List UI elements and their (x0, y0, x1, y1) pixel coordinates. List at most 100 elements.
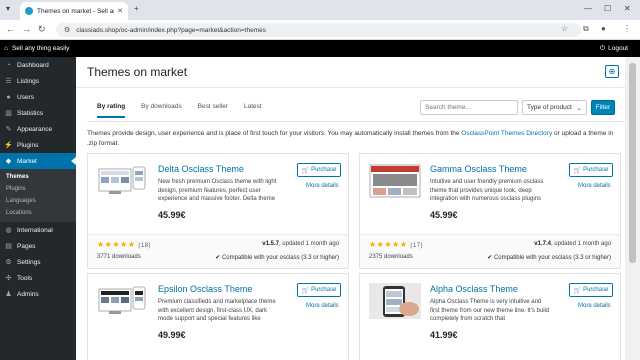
theme-title[interactable]: Epsilon Osclass Theme (158, 284, 252, 294)
url-text: classiads.shop/oc-admin/index.php?page=m… (76, 26, 266, 34)
more-details-link[interactable]: More details (306, 303, 339, 309)
theme-title[interactable]: Alpha Osclass Theme (430, 284, 518, 294)
sidebar-item-admins[interactable]: ♟ Admins (0, 286, 76, 302)
close-window-icon[interactable]: ✕ (624, 4, 631, 13)
version-number: v1.7.4 (534, 241, 551, 247)
submenu-item-plugins[interactable]: Plugins (0, 183, 76, 195)
theme-thumbnail (369, 283, 421, 319)
sidebar-item-label: Listings (17, 77, 40, 85)
sidebar-item-dashboard[interactable]: ◔ Dashboard (0, 57, 76, 73)
more-details-link[interactable]: More details (578, 303, 611, 309)
sidebar-item-international[interactable]: ◍ International (0, 222, 76, 238)
search-theme-input[interactable] (420, 100, 518, 115)
gear-icon: ⚙ (5, 259, 12, 266)
bookmark-star-icon[interactable]: ☆ (561, 24, 568, 33)
theme-price: 49.99€ (158, 330, 186, 340)
tab-by-rating[interactable]: By rating (97, 103, 126, 118)
sidebar-item-label: International (17, 226, 53, 234)
extensions-icon[interactable]: ⧉ (583, 24, 589, 34)
tab-by-downloads[interactable]: By downloads (141, 103, 181, 118)
forward-icon[interactable]: → (22, 24, 31, 34)
theme-price: 45.99€ (158, 210, 186, 220)
sidebar-item-pages[interactable]: ▤ Pages (0, 238, 76, 254)
browser-tab[interactable]: Themes on market - Sell any thing ✕ (20, 2, 128, 20)
purchase-label: Purchase (311, 287, 337, 293)
theme-description: Premium classifieds and marketplace them… (158, 299, 276, 322)
page-scrollbar[interactable] (625, 57, 640, 360)
person-icon: ♟ (5, 291, 12, 298)
sidebar-item-tools[interactable]: ✣ Tools (0, 270, 76, 286)
sidebar-item-settings[interactable]: ⚙ Settings (0, 254, 76, 270)
profile-icon[interactable]: ● (601, 24, 606, 33)
new-tab-icon[interactable]: + (134, 4, 139, 13)
logout-link[interactable]: ⏻ Logout (600, 45, 628, 53)
tab-list-icon[interactable]: ▾ (6, 4, 10, 13)
menu-icon[interactable]: ⋮ (623, 24, 631, 33)
chart-icon: ▥ (5, 110, 12, 117)
maximize-icon[interactable]: ☐ (604, 4, 611, 13)
rating-count: (17) (410, 243, 424, 249)
purchase-label: Purchase (583, 287, 609, 293)
minimize-icon[interactable]: — (584, 4, 592, 13)
more-details-link[interactable]: More details (306, 183, 339, 189)
logout-label: Logout (608, 44, 628, 52)
scrollbar-thumb[interactable] (629, 63, 636, 263)
select-value: Type of product (527, 104, 572, 111)
sidebar-item-statistics[interactable]: ▥ Statistics (0, 105, 76, 121)
sidebar-item-plugins[interactable]: ⚡ Plugins (0, 137, 76, 153)
sidebar-item-appearance[interactable]: ✎ Appearance (0, 121, 76, 137)
page-title: Themes on market (87, 65, 188, 79)
theme-thumbnail (98, 166, 146, 194)
sidebar-item-market[interactable]: ◆ Market (0, 153, 76, 169)
rating-stars: ★★★★★ (17) (369, 240, 424, 249)
sidebar-item-users[interactable]: ● Users (0, 89, 76, 105)
purchase-button[interactable]: 🛒 Purchase (569, 163, 613, 177)
theme-title[interactable]: Delta Osclass Theme (158, 164, 244, 174)
product-type-select[interactable]: Type of product ⌄ (522, 100, 587, 115)
list-icon: ☰ (5, 78, 12, 85)
reload-icon[interactable]: ↻ (38, 24, 46, 35)
purchase-button[interactable]: 🛒 Purchase (297, 163, 341, 177)
theme-price: 41.99€ (430, 330, 458, 340)
theme-price: 45.99€ (430, 210, 458, 220)
compatibility-text: Compatible with your osclass (3.3 or hig… (493, 255, 611, 261)
cart-icon: ◆ (5, 158, 12, 165)
logout-icon: ⏻ (599, 44, 606, 52)
purchase-label: Purchase (311, 167, 337, 173)
favicon-icon (25, 7, 33, 15)
themes-directory-link[interactable]: OsclassPoint Themes Directory (461, 130, 552, 137)
gauge-icon: ◔ (6, 61, 11, 69)
chevron-down-icon: ⌄ (576, 104, 582, 112)
site-link[interactable]: ⌂ Sell any thing easily (4, 45, 69, 52)
theme-description: Intuitive and user friendly premium oscl… (430, 179, 544, 202)
theme-thumbnail (98, 286, 146, 314)
compatibility-info: ✔ Compatible with your osclass (3.3 or h… (215, 254, 339, 261)
tab-best-seller[interactable]: Best seller (198, 103, 228, 118)
globe-icon: ◍ (5, 227, 12, 234)
back-icon[interactable]: ← (6, 24, 15, 34)
purchase-button[interactable]: 🛒 Purchase (297, 283, 341, 297)
tab-latest[interactable]: Latest (244, 103, 262, 118)
submenu-item-themes[interactable]: Themes (0, 171, 76, 183)
more-details-link[interactable]: More details (578, 183, 611, 189)
sidebar-item-label: Statistics (17, 109, 44, 117)
sidebar-item-label: Market (17, 157, 37, 165)
site-info-icon[interactable]: ⚙ (64, 26, 70, 34)
sidebar-item-label: Tools (17, 274, 33, 282)
rating-stars: ★★★★★ (18) (97, 240, 152, 249)
sidebar-item-listings[interactable]: ☰ Listings (0, 73, 76, 89)
theme-title[interactable]: Gamma Osclass Theme (430, 164, 527, 174)
submenu-item-languages[interactable]: Languages (0, 195, 76, 207)
main-content: Themes on market ⊕ By rating By download… (76, 57, 625, 360)
purchase-button[interactable]: 🛒 Purchase (569, 283, 613, 297)
tab-title: Themes on market - Sell any thing (37, 7, 114, 15)
theme-description: New fresh premium Osclass theme with lig… (158, 179, 277, 202)
filter-button[interactable]: Filter (591, 100, 615, 115)
purchase-label: Purchase (583, 167, 609, 173)
check-icon: ✔ (487, 255, 494, 261)
add-theme-button[interactable]: ⊕ (605, 65, 619, 78)
close-tab-icon[interactable]: ✕ (117, 7, 123, 15)
submenu-item-locations[interactable]: Locations (0, 207, 76, 219)
updated-text: , updated 1 month ago (550, 241, 611, 247)
url-field[interactable]: ⚙ classiads.shop/oc-admin/index.php?page… (56, 23, 581, 37)
